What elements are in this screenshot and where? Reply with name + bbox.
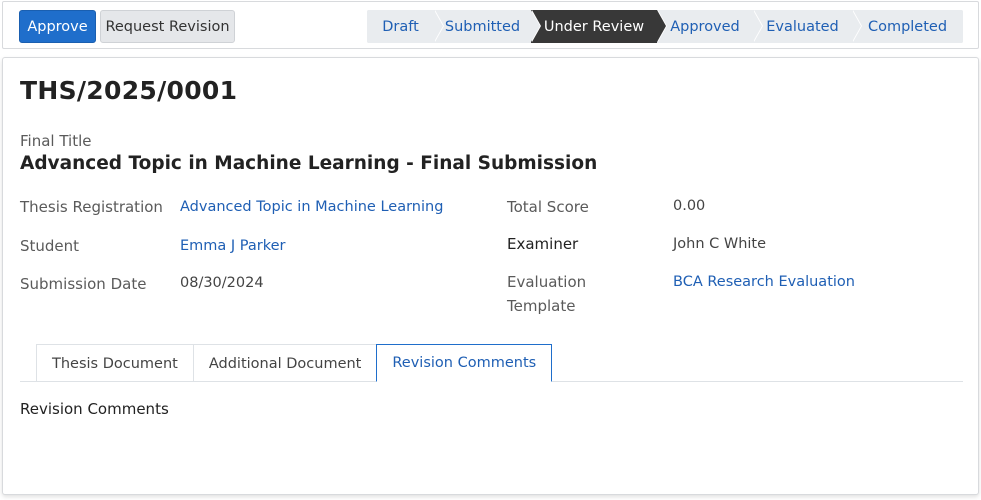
stage-pipeline: Draft Submitted Under Review Approved Ev… bbox=[367, 10, 963, 43]
approve-button[interactable]: Approve bbox=[19, 10, 96, 43]
tab-revision-comments[interactable]: Revision Comments bbox=[376, 344, 553, 382]
tab-additional-document[interactable]: Additional Document bbox=[192, 344, 378, 382]
stage-submitted[interactable]: Submitted bbox=[434, 10, 541, 43]
thesis-registration-label: Thesis Registration bbox=[20, 198, 163, 216]
student-label: Student bbox=[20, 237, 80, 255]
tab-thesis-document[interactable]: Thesis Document bbox=[36, 344, 194, 382]
evaluation-template-link[interactable]: BCA Research Evaluation bbox=[673, 274, 855, 290]
record-reference: THS/2025/0001 bbox=[20, 76, 238, 105]
examiner-value[interactable]: John C White bbox=[673, 236, 766, 252]
examiner-label: Examiner bbox=[507, 235, 579, 253]
total-score-label: Total Score bbox=[507, 198, 589, 216]
thesis-registration-link[interactable]: Advanced Topic in Machine Learning bbox=[180, 199, 443, 215]
stage-completed[interactable]: Completed bbox=[852, 10, 963, 43]
request-revision-button[interactable]: Request Revision bbox=[100, 10, 235, 43]
stage-approved[interactable]: Approved bbox=[657, 10, 763, 43]
final-title-label: Final Title bbox=[20, 132, 92, 150]
total-score-value: 0.00 bbox=[673, 198, 706, 214]
stage-evaluated[interactable]: Evaluated bbox=[753, 10, 862, 43]
stage-under-review[interactable]: Under Review bbox=[531, 10, 667, 43]
form-sheet: THS/2025/0001 Final Title Advanced Topic… bbox=[2, 57, 979, 495]
submission-date-label: Submission Date bbox=[20, 275, 147, 293]
evaluation-template-label: Evaluation Template bbox=[507, 273, 587, 315]
submission-date-value[interactable]: 08/30/2024 bbox=[180, 275, 264, 291]
notebook-tabs: Thesis Document Additional Document Revi… bbox=[36, 344, 553, 382]
status-bar: Approve Request Revision Draft Submitted… bbox=[2, 1, 979, 49]
final-title-value[interactable]: Advanced Topic in Machine Learning - Fin… bbox=[20, 153, 597, 174]
stage-draft[interactable]: Draft bbox=[367, 10, 444, 43]
student-link[interactable]: Emma J Parker bbox=[180, 238, 286, 254]
revision-comments-heading: Revision Comments bbox=[20, 400, 169, 418]
